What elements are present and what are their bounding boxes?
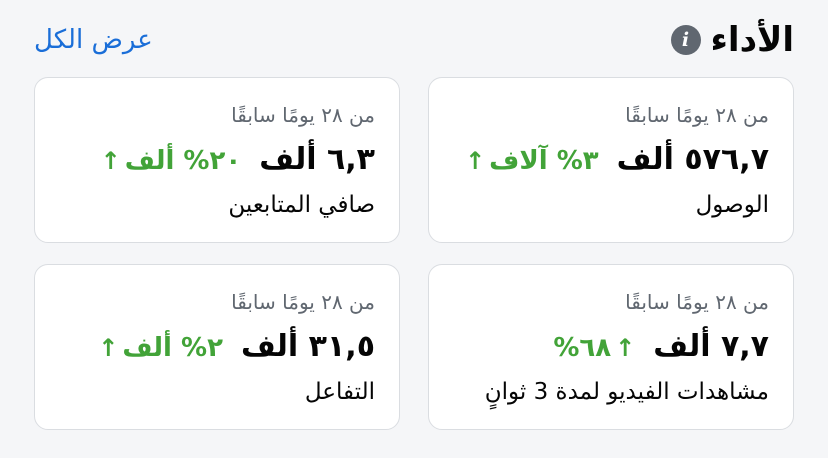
change-indicator: ↑ ٦٨%: [553, 328, 635, 368]
period-label: من ٢٨ يومًا سابقًا: [231, 290, 375, 314]
metric-card-video-views[interactable]: من ٢٨ يومًا سابقًا ٧,٧ ألف ↑ ٦٨% مشاهدات…: [428, 264, 794, 430]
change-value: ٦٨%: [553, 333, 612, 363]
arrow-up-icon: ↑: [98, 334, 119, 362]
change-value: ٢٠% ألف: [124, 146, 242, 176]
metric-label: التفاعل: [304, 379, 375, 405]
metric-label: صافي المتابعين: [228, 192, 375, 218]
value-row: ٥٧٦,٧ ألف ٣% آلاف ↑: [465, 140, 769, 181]
change-value: ٢% ألف: [122, 333, 223, 363]
value-row: ٣١,٥ ألف ٢% ألف ↑: [98, 327, 375, 368]
metric-label: الوصول: [695, 192, 769, 218]
change-indicator: ٢٠% ألف ↑: [101, 141, 242, 181]
value-row: ٧,٧ ألف ↑ ٦٨%: [553, 327, 769, 368]
period-label: من ٢٨ يومًا سابقًا: [625, 290, 769, 314]
metric-card-engagement[interactable]: من ٢٨ يومًا سابقًا ٣١,٥ ألف ٢% ألف ↑ الت…: [34, 264, 400, 430]
see-all-link[interactable]: عرض الكل: [34, 22, 153, 58]
metric-card-net-followers[interactable]: من ٢٨ يومًا سابقًا ٦,٣ ألف ٢٠% ألف ↑ صاف…: [34, 77, 400, 243]
metric-value: ٦,٣ ألف: [259, 142, 375, 177]
metric-card-reach[interactable]: من ٢٨ يومًا سابقًا ٥٧٦,٧ ألف ٣% آلاف ↑ ا…: [428, 77, 794, 243]
change-value: ٣% آلاف: [489, 146, 599, 176]
metric-value: ٥٧٦,٧ ألف: [616, 142, 769, 177]
change-indicator: ٣% آلاف ↑: [465, 141, 599, 181]
info-icon[interactable]: i: [670, 25, 701, 55]
change-indicator: ٢% ألف ↑: [98, 328, 223, 368]
arrow-up-icon: ↑: [615, 334, 636, 362]
section-title: الأداء: [710, 20, 794, 60]
value-row: ٦,٣ ألف ٢٠% ألف ↑: [101, 140, 375, 181]
arrow-up-icon: ↑: [100, 147, 121, 175]
section-header: الأداء i عرض الكل: [0, 0, 828, 78]
metric-value: ٧,٧ ألف: [653, 329, 769, 364]
metric-value: ٣١,٥ ألف: [240, 329, 375, 364]
arrow-up-icon: ↑: [465, 147, 486, 175]
metric-label: مشاهدات الفيديو لمدة 3 ثوانٍ: [484, 379, 769, 405]
period-label: من ٢٨ يومًا سابقًا: [625, 103, 769, 127]
period-label: من ٢٨ يومًا سابقًا: [231, 103, 375, 127]
title-group: الأداء i: [670, 20, 794, 60]
